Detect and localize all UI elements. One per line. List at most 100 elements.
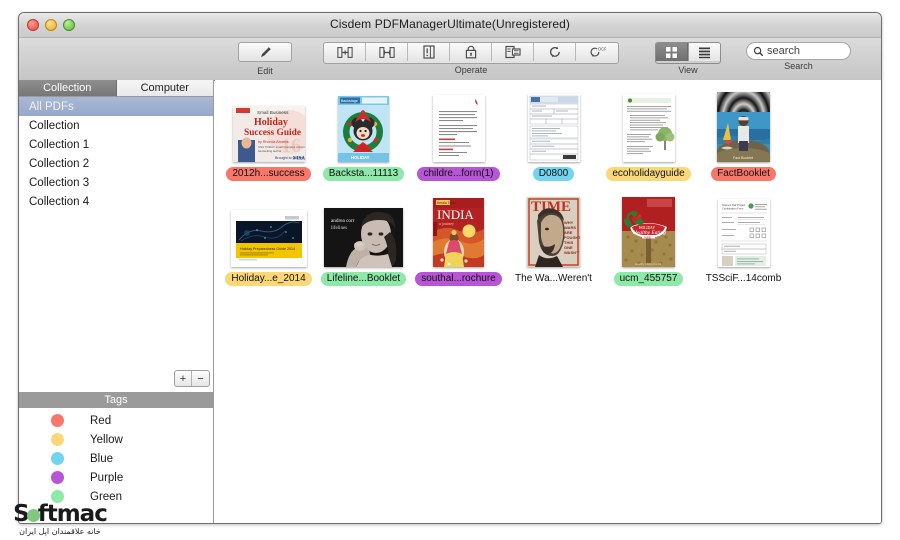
toolbar-label-search: Search (784, 61, 813, 71)
sidebar-item-collection[interactable]: Collection (19, 116, 213, 135)
tab-collection[interactable]: Collection (19, 80, 117, 97)
edit-button[interactable] (238, 42, 292, 62)
file-item[interactable]: HOLIDAY Healthy Eating Guide Healthy Liv… (602, 193, 695, 286)
svg-text:bestselling author: bestselling author (258, 149, 282, 153)
tag-item-red[interactable]: Red (19, 411, 213, 430)
convert-button[interactable] (534, 43, 576, 61)
svg-text:Combination Form: Combination Form (722, 207, 743, 211)
thumbnail-wrap: Fact Booklet (717, 88, 770, 162)
encrypt-button[interactable] (450, 43, 492, 61)
svg-text:by Rhonda Abrams: by Rhonda Abrams (258, 140, 289, 144)
file-thumbnail: TIME WHY WARS ARE FOUGHT THIS ONE WASN'T (527, 197, 580, 267)
file-thumbnail (527, 94, 580, 162)
sidebar-item-label: All PDFs (29, 100, 74, 113)
svg-text:andrea corr: andrea corr (331, 218, 355, 224)
svg-text:Holiday Preparedness Guide 201: Holiday Preparedness Guide 2014 (240, 247, 295, 251)
svg-text:HOLIDAY: HOLIDAY (351, 155, 370, 160)
tag-item-yellow[interactable]: Yellow (19, 430, 213, 449)
tag-label: Yellow (90, 433, 123, 446)
file-thumbnail: Fact Booklet (717, 92, 770, 162)
svg-text:WASN'T: WASN'T (564, 250, 580, 255)
svg-text:Backstage: Backstage (341, 99, 358, 103)
merge-button[interactable] (324, 43, 366, 61)
sidebar-item-collection-2[interactable]: Collection 2 (19, 154, 213, 173)
sidebar-item-collection-4[interactable]: Collection 4 (19, 192, 213, 211)
window-title: Cisdem PDFManagerUltimate(Unregistered) (330, 17, 570, 31)
convert-icon (548, 45, 562, 59)
file-thumbnail: HOLIDAY Healthy Eating Guide Healthy Liv… (622, 197, 675, 267)
search-input[interactable]: search (746, 42, 851, 60)
file-item[interactable]: TIME WHY WARS ARE FOUGHT THIS ONE WASN'T… (507, 193, 600, 286)
tag-swatch-blue (51, 452, 64, 465)
file-caption: FactBooklet (711, 167, 776, 181)
extract-image-button[interactable] (492, 43, 534, 61)
file-item[interactable]: Backstage HOLIDAY Backsta...11113 (317, 88, 410, 181)
file-caption: Backsta...11113 (322, 167, 405, 181)
file-item[interactable]: Kerala Tours INDIA a journey southal...r… (412, 193, 505, 286)
split-button[interactable] (366, 43, 408, 61)
file-thumbnail: Holiday Preparedness Guide 2014 (230, 210, 307, 267)
document-info-button[interactable] (408, 43, 450, 61)
sidebar-item-collection-1[interactable]: Collection 1 (19, 135, 213, 154)
toolbar-group-operate: OCR Operate (323, 42, 619, 75)
tags-header: Tags (19, 392, 213, 408)
tag-item-blue[interactable]: Blue (19, 449, 213, 468)
toolbar-group-search: search Search (746, 42, 851, 71)
file-thumbnail (622, 94, 675, 162)
file-item[interactable]: Fact Booklet FactBooklet (697, 88, 790, 181)
ocr-icon: OCR (588, 45, 606, 59)
svg-text:Small Business: Small Business (257, 110, 289, 115)
thumbnail-wrap (432, 88, 485, 162)
file-item[interactable]: Holiday Preparedness Guide 2014 Holiday.… (222, 193, 315, 286)
file-item[interactable]: D0800 (507, 88, 600, 181)
sidebar-item-collection-3[interactable]: Collection 3 (19, 173, 213, 192)
file-caption: Lifeline...Booklet (320, 272, 407, 286)
extract-image-icon (504, 45, 521, 59)
sidebar-item-all-pdfs[interactable]: All PDFs (19, 97, 213, 116)
toolbar-group-edit: Edit (238, 42, 292, 76)
file-item[interactable]: ecoholidayguide (602, 88, 695, 181)
tag-list: Red Yellow Blue Purple Green (19, 411, 213, 506)
app-window: Cisdem PDFManagerUltimate(Unregistered) … (18, 12, 882, 524)
sidebar-item-label: Collection 3 (29, 176, 90, 189)
file-caption: ucm_455757 (613, 272, 684, 286)
file-caption: Holiday...e_2014 (225, 272, 312, 286)
sidebar-item-label: Collection 4 (29, 195, 90, 208)
tag-label: Purple (90, 471, 124, 484)
list-view-button[interactable] (688, 43, 720, 61)
grid-view-icon (665, 46, 678, 59)
search-placeholder: search (767, 45, 801, 57)
tab-collection-label: Collection (43, 82, 92, 94)
remove-collection-button[interactable]: − (192, 371, 209, 386)
file-item[interactable]: childre...form(1) (412, 88, 505, 181)
file-caption: D0800 (532, 167, 575, 181)
tab-computer[interactable]: Computer (116, 80, 213, 97)
tag-item-purple[interactable]: Purple (19, 468, 213, 487)
grid-view-button[interactable] (656, 43, 688, 61)
file-item[interactable]: andrea corr lifelines Lifeline...Booklet (317, 193, 410, 286)
file-thumbnail: andrea corr lifelines (324, 208, 403, 267)
lock-icon (465, 45, 477, 59)
file-item[interactable]: Science Fair Project Combination Form TS… (697, 193, 790, 286)
thumbnail-wrap (622, 88, 675, 162)
sidebar-item-label: Collection (29, 119, 80, 132)
file-caption: TSSciF...14comb (705, 273, 782, 284)
svg-text:Healthy Living For All: Healthy Living For All (635, 262, 662, 266)
tag-swatch-yellow (51, 433, 64, 446)
file-item[interactable]: Small Business Holiday Success Guide 16 … (222, 88, 315, 181)
svg-text:Science Fair Project: Science Fair Project (722, 203, 745, 207)
sidebar-tabs: Collection Computer (19, 80, 213, 97)
toolbar-label-edit: Edit (257, 65, 273, 76)
file-grid: Small Business Holiday Success Guide 16 … (215, 80, 881, 298)
file-thumbnail: Kerala Tours INDIA a journey (433, 198, 484, 267)
file-grid-panel[interactable]: Small Business Holiday Success Guide 16 … (215, 80, 881, 523)
watermark: Sftmac خانه علاقمندان اپل ایران (0, 502, 120, 536)
watermark-brand-suffix: ftmac (37, 501, 108, 527)
file-thumbnail (432, 95, 485, 162)
svg-text:VISA: VISA (293, 157, 305, 162)
add-collection-button[interactable]: + (175, 371, 192, 386)
search-icon (753, 46, 764, 57)
ocr-button[interactable]: OCR (576, 43, 618, 61)
svg-text:a journey: a journey (439, 221, 454, 226)
svg-text:INDIA: INDIA (437, 207, 474, 222)
